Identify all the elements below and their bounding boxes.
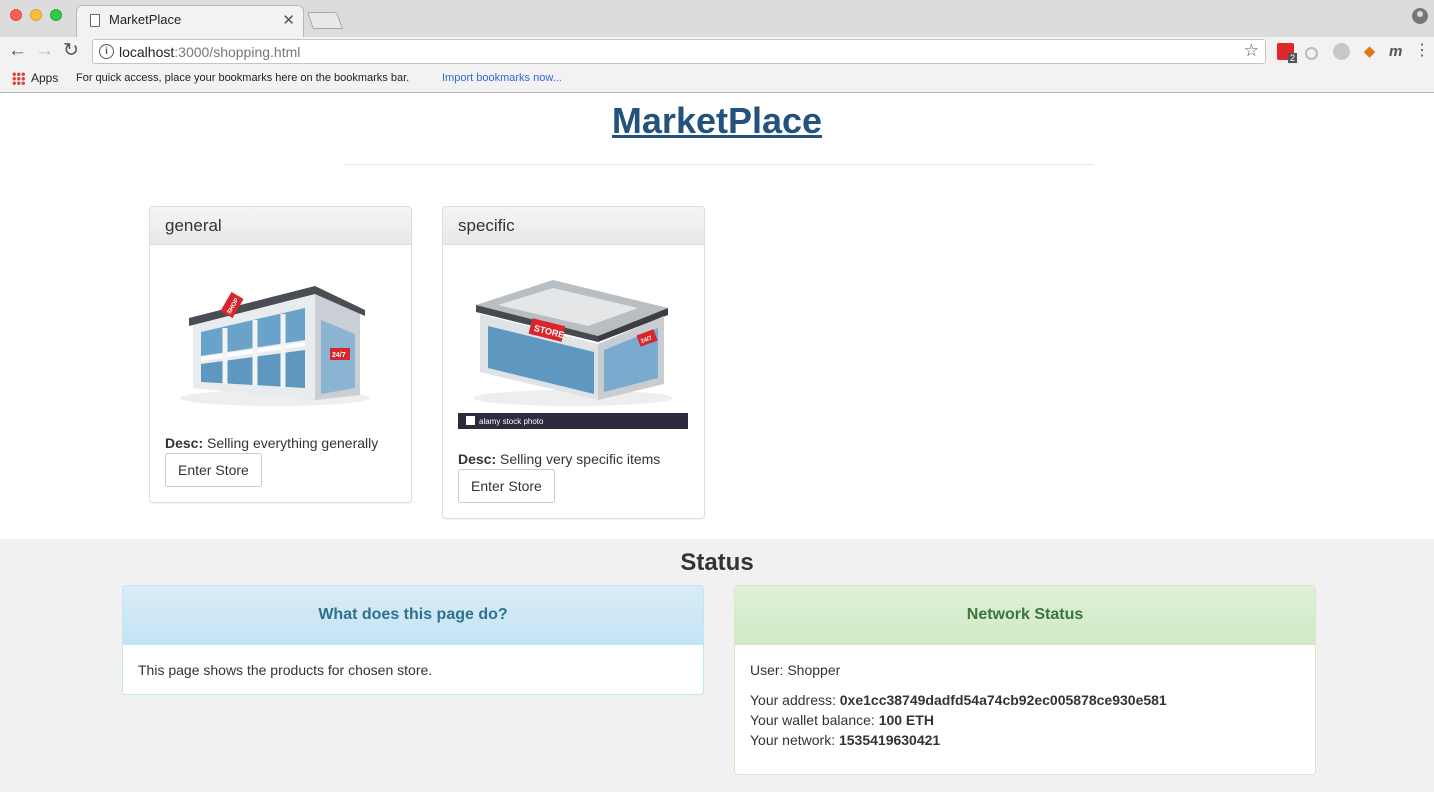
address-value: 0xe1cc38749dadfd54a74cb92ec005878ce930e5… (839, 692, 1167, 708)
store-building-image: STORE 24/7 alamy stock photo (458, 260, 688, 430)
network-status-panel: Network Status User: Shopper Your addres… (734, 585, 1316, 775)
image-side-text: 24/7 (332, 352, 346, 359)
tab-close-icon[interactable]: ✕ (282, 11, 295, 29)
browser-toolbar: ← → ↻ i localhost:3000/shopping.html ☆ 2… (0, 37, 1434, 66)
balance-line: Your wallet balance: 100 ETH (750, 710, 1300, 730)
image-caption: alamy stock photo (479, 417, 544, 426)
desc-label: Desc: (165, 435, 204, 451)
address-bar[interactable]: i localhost:3000/shopping.html ☆ (92, 39, 1266, 64)
status-section: Status What does this page do? This page… (0, 539, 1434, 792)
enter-store-button[interactable]: Enter Store (165, 453, 262, 487)
desc-text: Selling everything generally (207, 435, 379, 451)
window-close-button[interactable] (10, 9, 22, 21)
window-maximize-button[interactable] (50, 9, 62, 21)
balance-value: 100 ETH (878, 712, 934, 728)
extension-m-icon[interactable]: m (1389, 43, 1406, 60)
site-info-icon[interactable]: i (99, 44, 114, 59)
reload-icon[interactable]: ↻ (63, 40, 79, 62)
info-panel-body: This page shows the products for chosen … (138, 662, 433, 678)
browser-tabstrip: MarketPlace ✕ (0, 0, 1434, 37)
store-card-general: general SHOP 24/7 Desc: Selling everythi… (149, 206, 412, 503)
info-panel-heading: What does this page do? (123, 586, 703, 645)
network-panel-body: User: Shopper Your address: 0xe1cc38749d… (735, 645, 1315, 765)
window-minimize-button[interactable] (30, 9, 42, 21)
network-panel-heading: Network Status (735, 586, 1315, 645)
address-line: Your address: 0xe1cc38749dadfd54a74cb92e… (750, 690, 1300, 710)
desc-label: Desc: (458, 451, 497, 467)
user-line: User: Shopper (750, 660, 1300, 680)
store-name: general (165, 216, 222, 235)
store-building-image: SHOP 24/7 (165, 260, 395, 415)
title-divider (344, 164, 1094, 165)
page-icon (90, 14, 100, 27)
import-bookmarks-link[interactable]: Import bookmarks now... (442, 72, 562, 84)
url-path: :3000/shopping.html (174, 44, 301, 60)
browser-menu-icon[interactable]: ⋮ (1414, 42, 1430, 60)
user-value: Shopper (787, 662, 841, 678)
tab-title: MarketPlace (109, 12, 182, 27)
url-host: localhost (119, 44, 175, 60)
status-title: Status (680, 549, 754, 576)
store-name: specific (458, 216, 515, 235)
store-description: Desc: Selling everything generally (165, 435, 378, 451)
balance-label: Your wallet balance: (750, 712, 875, 728)
back-arrow-icon[interactable]: ← (8, 40, 27, 62)
profile-icon[interactable] (1412, 8, 1428, 24)
network-label: Your network: (750, 732, 836, 748)
network-line: Your network: 1535419630421 (750, 730, 1300, 750)
store-card-header: general (150, 207, 411, 245)
info-panel: What does this page do? This page shows … (122, 585, 704, 695)
enter-store-button[interactable]: Enter Store (458, 469, 555, 503)
bookmarks-hint: For quick access, place your bookmarks h… (76, 72, 410, 84)
user-label: User: (750, 662, 784, 678)
bookmark-star-icon[interactable]: ☆ (1244, 41, 1259, 61)
extension-globe-icon[interactable] (1333, 43, 1350, 60)
metamask-fox-icon[interactable]: ◆ (1361, 43, 1378, 60)
store-card-header: specific (443, 207, 704, 245)
store-description: Desc: Selling very specific items (458, 451, 660, 467)
browser-tab[interactable]: MarketPlace ✕ (76, 5, 304, 37)
apps-grid-icon[interactable] (12, 72, 25, 85)
store-card-specific: specific STORE 24/7 alamy stock photo De… (442, 206, 705, 519)
desc-text: Selling very specific items (500, 451, 661, 467)
bookmarks-bar: Apps For quick access, place your bookma… (0, 66, 1434, 93)
url-text[interactable]: localhost:3000/shopping.html (119, 44, 300, 60)
network-value: 1535419630421 (838, 732, 941, 748)
page-title[interactable]: MarketPlace (0, 100, 1434, 142)
extension-circle-icon[interactable] (1305, 47, 1318, 60)
new-tab-button[interactable] (306, 12, 344, 29)
extension-icon[interactable]: 2 (1277, 43, 1297, 63)
address-label: Your address: (750, 692, 836, 708)
extension-badge: 2 (1287, 53, 1297, 63)
forward-arrow-icon[interactable]: → (35, 40, 54, 62)
apps-label[interactable]: Apps (31, 71, 58, 85)
page-content: MarketPlace general SHOP 24/7 Desc: Sell… (0, 93, 1434, 792)
